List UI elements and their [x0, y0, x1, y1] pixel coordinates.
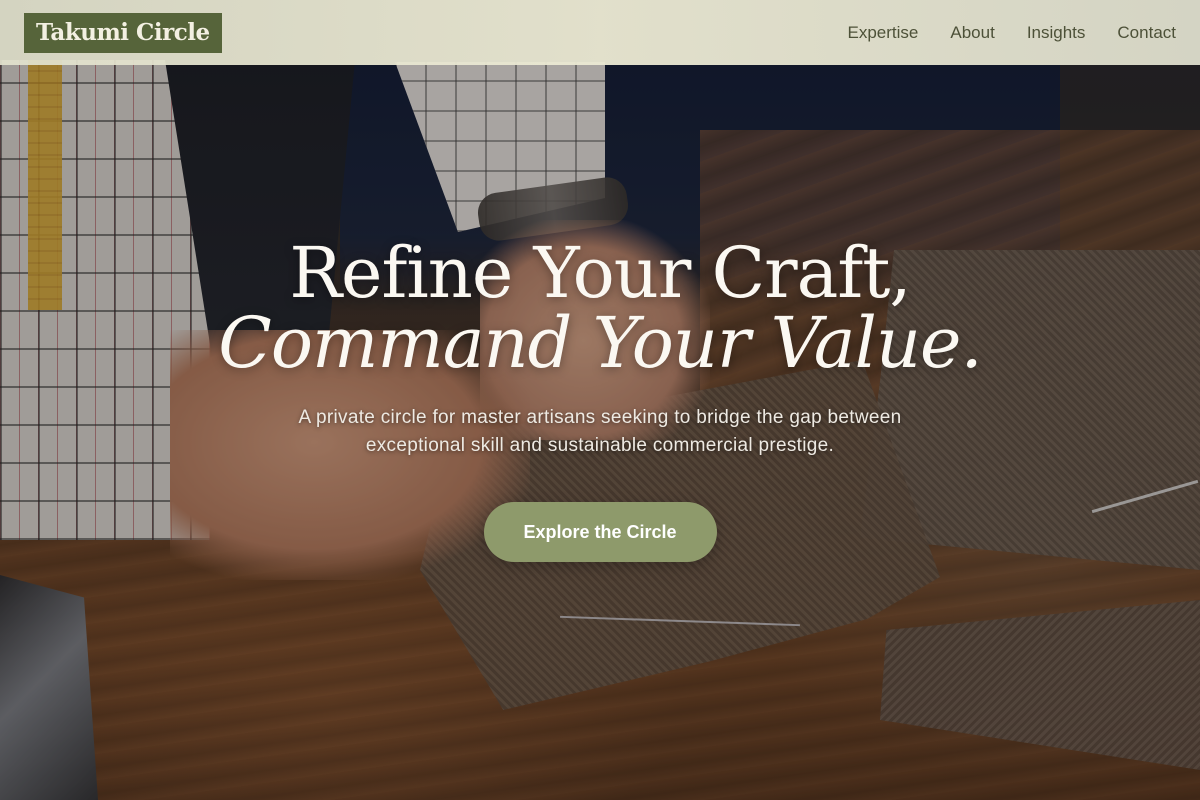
- hero-tagline: A private circle for master artisans see…: [298, 407, 902, 456]
- nav-link-contact[interactable]: Contact: [1117, 23, 1176, 43]
- hero-headline: Refine Your Craft, Command Your Value.: [0, 238, 1200, 378]
- fabric-swatch-lower-image: [880, 600, 1200, 770]
- nav-link-insights[interactable]: Insights: [1027, 23, 1086, 43]
- tailor-sleeve-image: [395, 62, 605, 232]
- nav-link-expertise[interactable]: Expertise: [848, 23, 919, 43]
- scissors-image: [0, 575, 98, 800]
- brand-logo[interactable]: Takumi Circle: [24, 12, 222, 53]
- hero-section: Takumi Circle Expertise About Insights C…: [0, 0, 1200, 800]
- top-navigation: Takumi Circle Expertise About Insights C…: [0, 0, 1200, 65]
- hero-content: Refine Your Craft, Command Your Value. A…: [0, 238, 1200, 562]
- headline-line-2: Command Your Value.: [218, 302, 982, 384]
- nav-link-about[interactable]: About: [950, 23, 994, 43]
- chalk-line: [560, 615, 800, 627]
- nav-links: Expertise About Insights Contact: [848, 23, 1177, 43]
- explore-circle-button[interactable]: Explore the Circle: [483, 502, 717, 562]
